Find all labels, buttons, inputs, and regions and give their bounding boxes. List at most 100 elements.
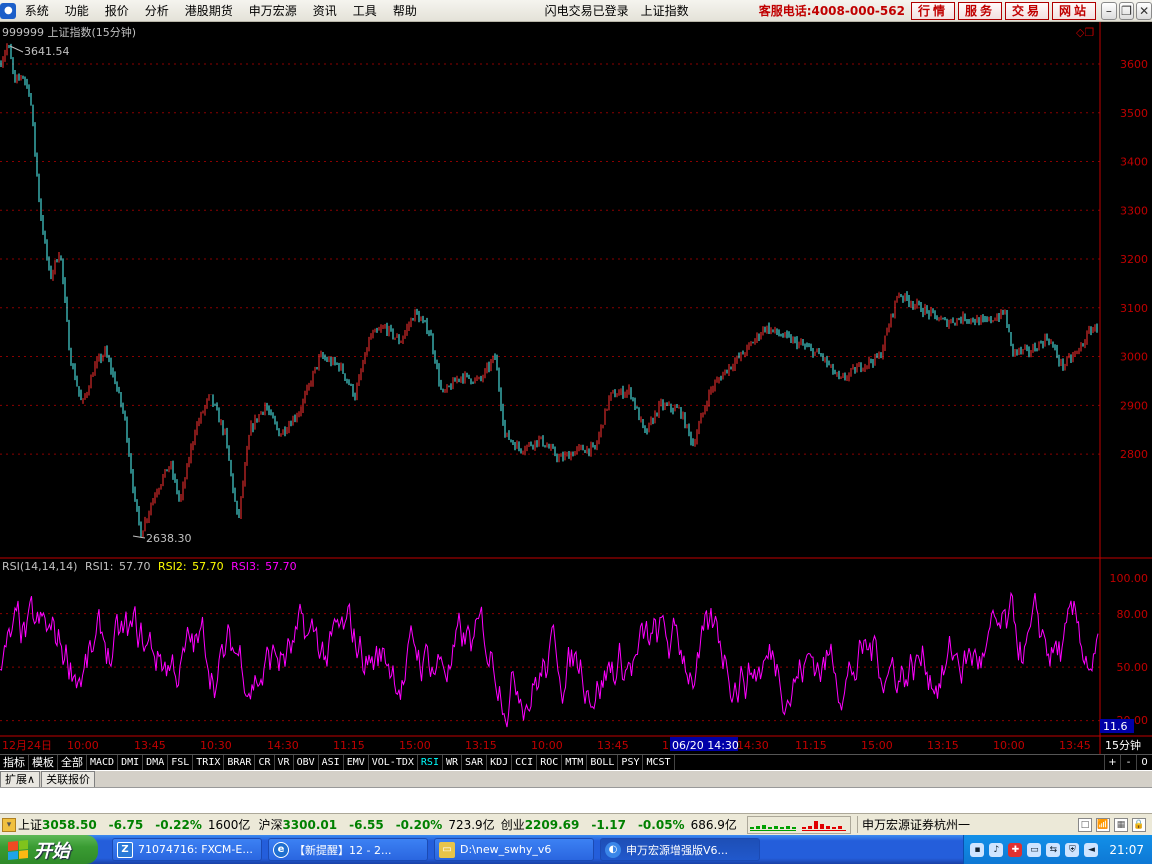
reset-button[interactable]: 0 [1136,755,1152,770]
ind-tab-cci[interactable]: CCI [512,755,538,770]
ind-tab-brar[interactable]: BRAR [224,755,256,770]
start-button[interactable]: 开始 [0,835,98,864]
task-browser[interactable]: e 【新提醒】12 - 2... [268,838,428,861]
ind-tab-dma[interactable]: DMA [143,755,169,770]
ind-tab-kdj[interactable]: KDJ [487,755,513,770]
network-icon[interactable]: ▪ [970,842,985,857]
grid-icon[interactable]: ▦ [1114,817,1128,832]
ind-tab-cr[interactable]: CR [255,755,275,770]
minimize-icon[interactable]: – [1101,1,1117,20]
sh-change: -6.75 [108,817,144,832]
cy-label[interactable]: 创业 [501,816,525,833]
ind-tab-roc[interactable]: ROC [537,755,563,770]
price-grid [0,63,1100,722]
swhy-app-icon: ◐ [605,841,621,858]
ind-tab-fsl[interactable]: FSL [168,755,194,770]
menu-tools[interactable]: 工具 [345,2,385,19]
speaker-icon[interactable]: ◄ [1084,842,1099,857]
related-quote-tab[interactable]: 关联报价 [41,771,96,787]
time-label: 13:45 [1059,739,1091,752]
task-label: 【新提醒】12 - 2... [294,843,392,857]
ind-tab-rsi[interactable]: RSI [418,755,443,770]
market-button[interactable]: 行情 [910,1,955,20]
window-icon[interactable]: □ [1078,817,1092,832]
service-button[interactable]: 服务 [957,1,1002,20]
extension-tab-bar: 扩展∧ 关联报价 [0,770,1152,787]
y-tick-3200: 3200 [1120,253,1148,266]
ind-tab-trix[interactable]: TRIX [193,755,225,770]
security-icon[interactable]: ⛨ [1065,842,1080,857]
website-button[interactable]: 网站 [1052,1,1097,20]
ind-tab-wr[interactable]: WR [443,755,463,770]
market-breadth-icon [746,815,851,834]
ind-tab-template[interactable]: 模板 [29,755,58,770]
network-conn-icon[interactable]: ⇆ [1046,842,1061,857]
ind-tab-sar[interactable]: SAR [462,755,488,770]
browser-icon: e [273,841,289,858]
app-logo-icon[interactable]: ● [0,0,17,22]
ind-tab-vr[interactable]: VR [275,755,294,770]
menu-news[interactable]: 资讯 [305,2,345,19]
display-icon[interactable]: ▭ [1027,842,1042,857]
restore-icon[interactable]: ❐ [1118,1,1135,20]
menu-function[interactable]: 功能 [57,2,97,19]
period-label[interactable]: 15分钟 [1105,738,1141,752]
kline-chart[interactable]: 999999 上证指数(15分钟) ◇❐ 3641.54 2638.30 360… [0,22,1152,754]
login-status[interactable]: 闪电交易已登录 [539,2,635,19]
close-icon[interactable]: ✕ [1136,1,1152,20]
input-method-icon[interactable]: ✚ [1008,842,1023,857]
time-label: 10:00 [67,739,99,752]
expand-tab[interactable]: 扩展∧ [0,771,41,787]
menu-system[interactable]: 系统 [17,2,57,19]
rsi1-value: 57.70 [119,560,151,573]
extension-panel [0,787,1152,813]
high-price-label: 3641.54 [24,45,70,58]
ind-tab-mtm[interactable]: MTM [562,755,588,770]
hs-label[interactable]: 沪深 [258,816,282,833]
chart-area[interactable]: 999999 上证指数(15分钟) ◇❐ 3641.54 2638.30 360… [0,22,1152,754]
task-swhy[interactable]: ◐ 申万宏源增强版V6... [600,838,760,861]
menu-quote[interactable]: 报价 [97,2,137,19]
ind-tab-emv[interactable]: EMV [344,755,369,770]
ind-tab-all[interactable]: 全部 [58,755,87,770]
chart-options-icon[interactable]: ◇❐ [1076,26,1094,39]
zoom-out-button[interactable]: - [1120,755,1136,770]
task-label: D:\new_swhy_v6 [460,843,552,856]
ind-tab-mcst[interactable]: MCST [643,755,675,770]
clock[interactable]: 21:07 [1109,843,1144,857]
task-label: 71074716: FXCM-E... [138,843,253,856]
rsi1-label: RSI1: [85,560,114,573]
time-label: 10:00 [531,739,563,752]
time-label: 15:00 [861,739,893,752]
time-label: 11:15 [795,739,827,752]
time-label: 10:30 [200,739,232,752]
signal-icon[interactable]: 📶 [1096,817,1110,832]
ind-tab-psy[interactable]: PSY [618,755,644,770]
zoom-in-button[interactable]: + [1104,755,1120,770]
rsi3-label: RSI3: [231,560,260,573]
sh-label[interactable]: 上证 [18,816,42,833]
ind-tab-vol-tdx[interactable]: VOL-TDX [369,755,418,770]
task-fxcm[interactable]: Z 71074716: FXCM-E... [112,838,262,861]
ind-tab-asi[interactable]: ASI [319,755,344,770]
ind-tab-obv[interactable]: OBV [294,755,319,770]
ind-tab-indicator[interactable]: 指标 [0,755,29,770]
time-label: 13:15 [465,739,497,752]
menu-analysis[interactable]: 分析 [137,2,177,19]
lock-icon[interactable]: 🔒 [1132,817,1146,832]
windows-flag-icon [8,839,28,860]
ind-tab-boll[interactable]: BOLL [587,755,619,770]
trade-button[interactable]: 交易 [1004,1,1049,20]
y-tick-2900: 2900 [1120,399,1148,412]
ind-tab-macd[interactable]: MACD [87,755,119,770]
rsi-header: RSI(14,14,14) RSI1: 57.70 RSI2: 57.70 RS… [2,560,297,573]
ind-tab-dmi[interactable]: DMI [118,755,144,770]
menu-hk-futures[interactable]: 港股期货 [177,2,241,19]
status-menu-icon[interactable]: ▾ [2,817,16,832]
indicator-controls: + - 0 [1104,755,1152,770]
menu-help[interactable]: 帮助 [385,2,425,19]
menu-swhy[interactable]: 申万宏源 [241,2,305,19]
indicator-tab-bar: 指标 模板 全部 MACD DMI DMA FSL TRIX BRAR CR V… [0,754,1152,770]
task-folder[interactable]: ▭ D:\new_swhy_v6 [434,838,594,861]
volume-icon[interactable]: ♪ [989,842,1004,857]
